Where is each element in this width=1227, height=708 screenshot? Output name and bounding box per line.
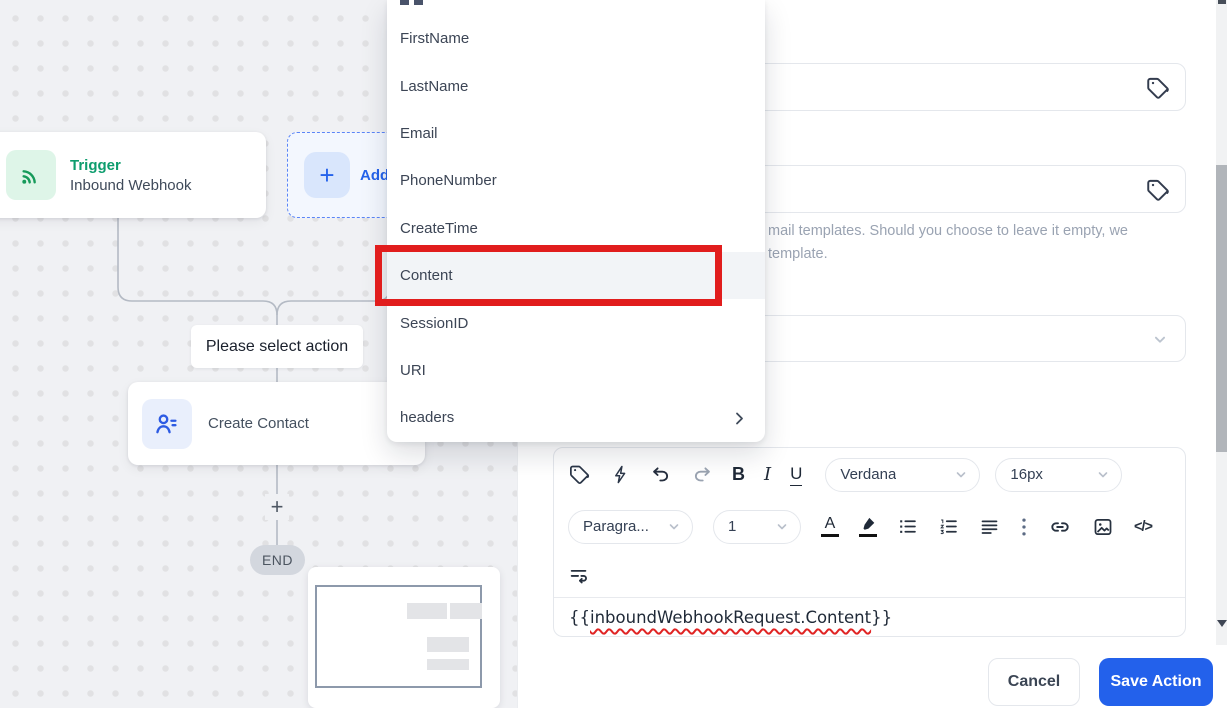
dropdown-item-phonenumber[interactable]: PhoneNumber: [387, 157, 765, 204]
text-wrap-icon[interactable]: [568, 564, 590, 586]
save-action-button[interactable]: Save Action: [1099, 658, 1213, 706]
merge-tag-button[interactable]: [568, 463, 591, 486]
create-contact-node[interactable]: Create Contact: [128, 382, 425, 465]
editor-toolbar-row-2: Paragra... 1 A </>: [554, 501, 1185, 552]
dropdown-item-lastname[interactable]: LastName: [387, 62, 765, 109]
lightning-icon[interactable]: [610, 464, 631, 485]
marker-icon: [863, 517, 875, 530]
underline-button[interactable]: U: [790, 464, 803, 486]
highlight-color-swatch: [859, 534, 877, 537]
create-contact-label: Create Contact: [208, 415, 309, 432]
cancel-button[interactable]: Cancel: [988, 658, 1080, 706]
dropdown-item-uri[interactable]: URI: [387, 347, 765, 394]
merge-field-expression: inboundWebhookRequest.Content: [590, 608, 872, 627]
link-icon[interactable]: [1048, 515, 1072, 539]
text-color-label: A: [824, 515, 836, 532]
plus-icon: +: [304, 152, 350, 198]
dropdown-item-label: headers: [400, 409, 455, 427]
panel-scrollbar-track[interactable]: [1216, 0, 1227, 645]
dropdown-item-label: Content: [400, 267, 453, 285]
insert-step-plus[interactable]: +: [265, 494, 289, 520]
end-badge: END: [250, 545, 305, 575]
chevron-down-icon: [957, 471, 966, 477]
editor-toolbar-row-3: [554, 552, 1185, 597]
helper-line-1: mail templates. Should you choose to lea…: [768, 223, 1129, 239]
text-color-button[interactable]: A: [821, 516, 839, 537]
minimap-node-block: [407, 603, 447, 619]
minimap-node-block: [450, 603, 482, 619]
dropdown-item-label: Email: [400, 124, 438, 142]
panel-scrollbar-thumb[interactable]: [1216, 165, 1227, 452]
dropdown-item-content[interactable]: Content: [387, 251, 765, 300]
trigger-node-subtitle: Inbound Webhook: [70, 176, 192, 194]
dropdown-item-label: SessionID: [400, 314, 469, 332]
highlight-color-button[interactable]: [859, 516, 877, 537]
text-color-swatch: [821, 534, 839, 537]
scrollbar-up-arrow[interactable]: [1218, 0, 1226, 4]
paragraph-style-value: Paragra...: [583, 518, 649, 535]
action-prompt-label: Please select action: [191, 325, 363, 368]
font-family-value: Verdana: [840, 466, 897, 483]
dropdown-item-email[interactable]: Email: [387, 110, 765, 157]
trigger-node-title: Trigger: [70, 156, 121, 174]
bold-button[interactable]: B: [732, 464, 745, 485]
brace-open: {{: [569, 608, 590, 627]
bullet-list-icon[interactable]: [897, 516, 918, 537]
dropdown-item-createtime[interactable]: CreateTime: [387, 205, 765, 252]
merge-field-dropdown: FirstName LastName Email PhoneNumber Cre…: [387, 0, 765, 442]
font-family-select[interactable]: Verdana: [825, 457, 981, 492]
font-size-select[interactable]: 16px: [995, 457, 1123, 492]
ordered-list-icon[interactable]: [938, 516, 959, 537]
italic-button[interactable]: I: [764, 464, 771, 485]
editor-toolbar-row-1: B I U Verdana 16px: [554, 448, 1185, 501]
image-icon[interactable]: [1092, 516, 1114, 538]
add-button-label: Add: [360, 166, 390, 184]
contact-person-icon: [142, 398, 192, 449]
clipped-item-remnant: [400, 0, 409, 5]
paragraph-style-select[interactable]: Paragra...: [568, 509, 693, 544]
dropdown-item-label: LastName: [400, 77, 469, 95]
rich-text-editor: B I U Verdana 16px Paragra... 1 A </> {{…: [553, 447, 1186, 637]
chevron-down-icon: [777, 523, 787, 529]
dropdown-item-label: PhoneNumber: [400, 172, 497, 190]
clipped-item-remnant: [414, 0, 423, 5]
merge-tag-icon[interactable]: [1145, 75, 1171, 101]
font-size-value: 16px: [1010, 466, 1043, 483]
undo-icon[interactable]: [650, 464, 672, 486]
template-helper-text: mail templates. Should you choose to lea…: [768, 220, 1198, 266]
chevron-down-icon: [1099, 471, 1108, 477]
more-options-icon[interactable]: [1020, 516, 1028, 538]
line-height-value: 1: [728, 518, 737, 535]
minimap-node-block: [427, 659, 469, 670]
chevron-right-icon: [736, 412, 743, 425]
brace-close: }}: [871, 608, 893, 627]
dropdown-item-sessionid[interactable]: SessionID: [387, 299, 765, 346]
dropdown-item-label: CreateTime: [400, 219, 478, 237]
line-height-select[interactable]: 1: [713, 509, 801, 544]
dropdown-item-label: URI: [400, 361, 426, 379]
webhook-signal-icon: [6, 150, 56, 200]
dropdown-item-firstname[interactable]: FirstName: [387, 15, 765, 62]
align-icon[interactable]: [979, 516, 1000, 537]
redo-icon[interactable]: [691, 464, 713, 486]
dropdown-item-headers[interactable]: headers: [387, 394, 765, 441]
helper-line-2: template.: [768, 246, 828, 262]
minimap-node-block: [427, 637, 469, 652]
merge-tag-icon[interactable]: [1145, 177, 1171, 203]
dropdown-item-label: FirstName: [400, 30, 470, 48]
chevron-down-icon: [669, 523, 679, 529]
editor-content-area[interactable]: {{inboundWebhookRequest.Content}}: [554, 598, 1185, 636]
scrollbar-down-arrow[interactable]: [1217, 620, 1227, 627]
trigger-node[interactable]: Trigger Inbound Webhook: [0, 132, 266, 218]
canvas-minimap[interactable]: [308, 567, 500, 708]
chevron-down-icon: [1153, 333, 1167, 347]
add-action-button[interactable]: + Add: [287, 132, 397, 218]
code-view-icon[interactable]: </>: [1134, 519, 1153, 535]
